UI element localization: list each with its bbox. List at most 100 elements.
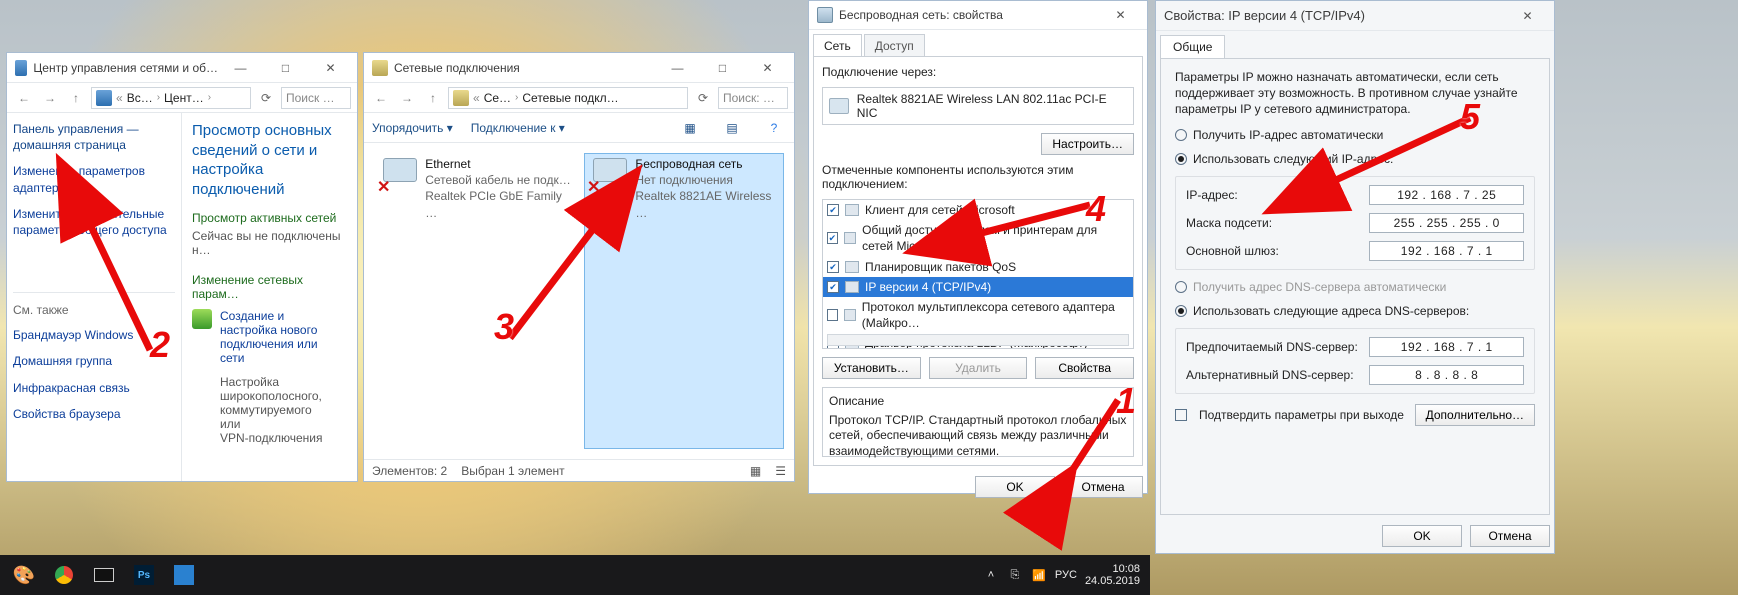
- refresh-button[interactable]: ⟳: [692, 87, 714, 109]
- subhead-change: Изменение сетевых парам…: [192, 273, 347, 301]
- radio-ip-auto[interactable]: Получить IP-адрес автоматически: [1175, 128, 1535, 142]
- view-icons-button[interactable]: ▦: [678, 116, 702, 140]
- scrollbar[interactable]: [827, 334, 1129, 346]
- network-globe-icon: [192, 309, 212, 329]
- page-heading: Просмотр основных сведений о сети и наст…: [192, 121, 347, 199]
- search-input[interactable]: Поиск …: [281, 87, 351, 109]
- title-text: Беспроводная сеть: свойства: [839, 8, 1003, 22]
- connection-wireless[interactable]: ✕ Беспроводная сеть Нет подключения Real…: [584, 153, 784, 449]
- up-button[interactable]: ↑: [65, 87, 87, 109]
- close-button[interactable]: ✕: [1505, 2, 1550, 30]
- link-infrared[interactable]: Инфракрасная связь: [13, 380, 175, 396]
- nic-icon: [829, 98, 849, 114]
- connections-icon: [453, 90, 469, 106]
- titlebar[interactable]: Беспроводная сеть: свойства ✕: [809, 1, 1147, 30]
- checkbox-icon[interactable]: [827, 281, 839, 293]
- taskbar[interactable]: 🎨 Ps ˄ ⎘ 📶 РУС 10:08 24.05.2019: [0, 555, 1150, 595]
- close-button[interactable]: ✕: [308, 54, 353, 82]
- titlebar[interactable]: Свойства: IP версии 4 (TCP/IPv4) ✕: [1156, 1, 1554, 31]
- maximize-button[interactable]: □: [700, 54, 745, 82]
- maximize-button[interactable]: □: [263, 54, 308, 82]
- dns-alternate-input[interactable]: 8 . 8 . 8 . 8: [1369, 365, 1524, 385]
- gateway-input[interactable]: 192 . 168 . 7 . 1: [1369, 241, 1524, 261]
- task-new-connection-desc: Настройка широкополосного, коммутируемог…: [220, 375, 347, 445]
- component-icon: [845, 281, 859, 293]
- radio-ip-manual[interactable]: Использовать следующий IP-адрес:: [1175, 152, 1535, 166]
- annotation-number-4: 4: [1086, 188, 1106, 230]
- link-cp-home[interactable]: Панель управления — домашняя страница: [13, 121, 175, 153]
- tab-general[interactable]: Общие: [1160, 35, 1225, 58]
- install-button[interactable]: Установить…: [822, 357, 921, 379]
- control-panel-icon: [15, 60, 27, 76]
- forward-button[interactable]: →: [396, 87, 418, 109]
- minimize-button[interactable]: —: [218, 54, 263, 82]
- control-panel-icon: [96, 90, 112, 106]
- help-button[interactable]: ?: [762, 116, 786, 140]
- language-indicator[interactable]: РУС: [1055, 569, 1077, 581]
- view-large-icon[interactable]: ▦: [750, 464, 761, 478]
- refresh-button[interactable]: ⟳: [255, 87, 277, 109]
- item-count: Элементов: 2: [372, 464, 447, 478]
- breadcrumb[interactable]: «Се… ›Сетевые подкл…: [448, 87, 688, 109]
- checkbox-icon[interactable]: [827, 261, 839, 273]
- subnet-mask-input[interactable]: 255 . 255 . 255 . 0: [1369, 213, 1524, 233]
- description-text: Протокол TCP/IP. Стандартный протокол гл…: [829, 413, 1127, 460]
- tray-icon[interactable]: ⎘: [1007, 567, 1023, 583]
- component-item-ipv4: IP версии 4 (TCP/IPv4): [823, 277, 1133, 297]
- titlebar[interactable]: Центр управления сетями и об… — □ ✕: [7, 53, 357, 83]
- titlebar[interactable]: Сетевые подключения — □ ✕: [364, 53, 794, 83]
- link-advanced-sharing[interactable]: Изменить дополнительные параметры общего…: [13, 206, 175, 238]
- ok-button[interactable]: OK: [975, 476, 1055, 498]
- up-button[interactable]: ↑: [422, 87, 444, 109]
- clock[interactable]: 10:08 24.05.2019: [1085, 563, 1140, 587]
- properties-button[interactable]: Свойства: [1035, 357, 1134, 379]
- annotation-number-1: 1: [1116, 380, 1136, 422]
- search-input[interactable]: Поиск: …: [718, 87, 788, 109]
- link-change-adapter[interactable]: Изменение параметров адаптера: [13, 163, 175, 195]
- connections-area: ✕ Ethernet Сетевой кабель не подк… Realt…: [364, 143, 794, 459]
- minimize-button[interactable]: —: [655, 54, 700, 82]
- tab-network[interactable]: Сеть: [813, 34, 862, 56]
- advanced-button[interactable]: Дополнительно…: [1415, 404, 1535, 426]
- cancel-button[interactable]: Отмена: [1063, 476, 1143, 498]
- link-internet-options[interactable]: Свойства браузера: [13, 406, 175, 422]
- taskbar-chrome-icon[interactable]: [50, 561, 78, 589]
- forward-button[interactable]: →: [39, 87, 61, 109]
- checkbox-icon[interactable]: [827, 309, 838, 321]
- ok-button[interactable]: OK: [1382, 525, 1462, 547]
- cancel-button[interactable]: Отмена: [1470, 525, 1550, 547]
- connection-ethernet[interactable]: ✕ Ethernet Сетевой кабель не подк… Realt…: [374, 153, 574, 449]
- taskbar-photoshop-icon[interactable]: Ps: [130, 561, 158, 589]
- ip-address-input[interactable]: 192 . 168 . 7 . 25: [1369, 185, 1524, 205]
- date-text: 24.05.2019: [1085, 575, 1140, 587]
- dns-preferred-input[interactable]: 192 . 168 . 7 . 1: [1369, 337, 1524, 357]
- connect-to-menu[interactable]: Подключение к ▾: [471, 121, 565, 135]
- taskbar-paint-icon[interactable]: 🎨: [10, 561, 38, 589]
- wifi-tray-icon[interactable]: 📶: [1031, 567, 1047, 583]
- chevron-up-icon[interactable]: ˄: [983, 567, 999, 583]
- radio-dns-manual[interactable]: Использовать следующие адреса DNS-сервер…: [1175, 304, 1535, 318]
- tab-sharing[interactable]: Доступ: [864, 34, 925, 56]
- configure-button[interactable]: Настроить…: [1041, 133, 1134, 155]
- back-button[interactable]: ←: [13, 87, 35, 109]
- close-button[interactable]: ✕: [745, 54, 790, 82]
- dns-alternate-label: Альтернативный DNS-сервер:: [1186, 368, 1369, 382]
- view-list-icon[interactable]: ☰: [775, 464, 786, 478]
- see-also-heading: См. также: [13, 292, 175, 317]
- components-label: Отмеченные компоненты используются этим …: [822, 163, 1134, 191]
- task-new-connection[interactable]: Создание и настройка нового подключения …: [192, 309, 347, 365]
- title-text: Сетевые подключения: [394, 61, 520, 75]
- close-button[interactable]: ✕: [1098, 1, 1143, 29]
- radio-icon: [1175, 129, 1187, 141]
- checkbox-icon[interactable]: [827, 204, 839, 216]
- taskbar-app-icon[interactable]: [170, 561, 198, 589]
- remove-button[interactable]: Удалить: [929, 357, 1028, 379]
- checkbox-icon[interactable]: [827, 232, 838, 244]
- organize-menu[interactable]: Упорядочить ▾: [372, 121, 453, 135]
- validate-checkbox[interactable]: Подтвердить параметры при выходе: [1175, 408, 1404, 422]
- back-button[interactable]: ←: [370, 87, 392, 109]
- command-bar: Упорядочить ▾ Подключение к ▾ ▦ ▤ ?: [364, 113, 794, 143]
- breadcrumb[interactable]: «Вс… ›Цент… ›: [91, 87, 251, 109]
- view-details-button[interactable]: ▤: [720, 116, 744, 140]
- taskbar-terminal-icon[interactable]: [90, 561, 118, 589]
